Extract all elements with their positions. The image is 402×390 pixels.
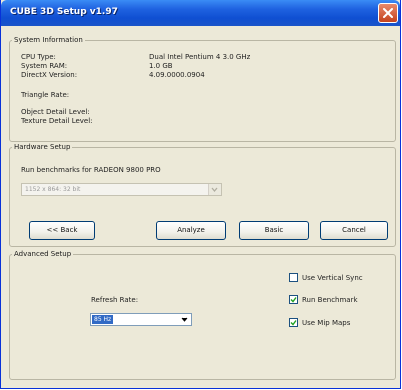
system-ram-label: System RAM:: [21, 62, 68, 70]
close-button[interactable]: [378, 3, 398, 23]
refresh-rate-label: Refresh Rate:: [91, 296, 139, 304]
refresh-rate-select[interactable]: 85 Hz: [90, 313, 192, 326]
benchmark-label: Run benchmarks for RADEON 9800 PRO: [21, 166, 161, 174]
advanced-setup-legend: Advanced Setup: [14, 250, 72, 258]
checkmark-icon: [290, 297, 297, 303]
resolution-select[interactable]: 1152 x 864: 32 bit: [21, 183, 222, 196]
resolution-select-value: 1152 x 864: 32 bit: [25, 186, 81, 193]
vertical-sync-box[interactable]: [289, 273, 298, 282]
run-benchmark-label: Run Benchmark: [302, 296, 358, 304]
vertical-sync-label: Use Vertical Sync: [302, 274, 363, 282]
directx-version-value: 4.09.0000.0904: [149, 71, 205, 79]
run-benchmark-box[interactable]: [289, 295, 298, 304]
refresh-rate-value: 85 Hz: [92, 315, 114, 324]
system-information-legend: System Information: [14, 36, 83, 44]
setup-window: CUBE 3D Setup v1.97 System Information C…: [0, 0, 401, 389]
mip-maps-box[interactable]: [289, 318, 298, 327]
resolution-dropdown-arrow[interactable]: [208, 184, 221, 195]
window-title: CUBE 3D Setup v1.97: [10, 7, 118, 17]
back-button[interactable]: << Back: [29, 221, 95, 240]
cpu-type-value: Dual Intel Pentium 4 3.0 GHz: [149, 53, 251, 61]
system-ram-value: 1.0 GB: [149, 62, 173, 70]
cpu-type-label: CPU Type:: [21, 53, 56, 61]
analyze-button[interactable]: Analyze: [156, 221, 226, 240]
title-bar[interactable]: CUBE 3D Setup v1.97: [1, 0, 400, 26]
texture-detail-label: Texture Detail Level:: [21, 117, 93, 125]
chevron-down-icon: [211, 187, 218, 193]
hardware-setup-legend: Hardware Setup: [14, 143, 71, 151]
chevron-down-icon: [181, 317, 188, 322]
system-information-group: System Information: [9, 36, 396, 142]
advanced-setup-group: Advanced Setup: [9, 250, 396, 380]
triangle-rate-label: Triangle Rate:: [21, 91, 70, 99]
close-icon: [383, 8, 393, 18]
refresh-rate-dropdown-arrow[interactable]: [179, 314, 191, 325]
basic-button[interactable]: Basic: [239, 221, 309, 240]
checkmark-icon: [290, 320, 297, 326]
mip-maps-label: Use Mip Maps: [302, 319, 351, 327]
cancel-button[interactable]: Cancel: [320, 221, 388, 240]
object-detail-label: Object Detail Level:: [21, 108, 90, 116]
directx-version-label: DirectX Version:: [21, 71, 78, 79]
